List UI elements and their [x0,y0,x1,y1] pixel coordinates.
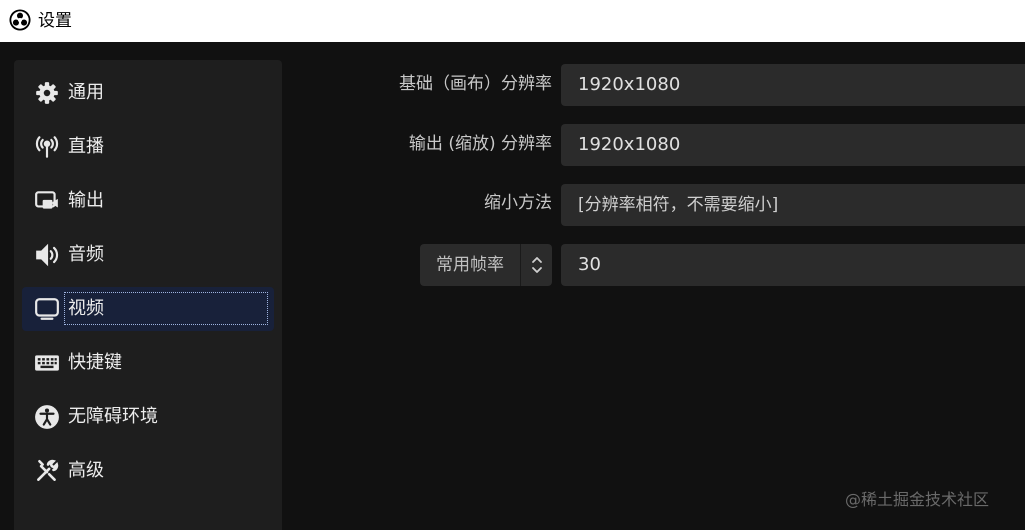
watermark-text: @稀土掘金技术社区 [845,490,990,509]
fps-type-value: 常用帧率 [436,255,504,275]
sidebar-item-label: 视频 [64,292,268,325]
base-resolution-value: 1920x1080 [578,74,681,95]
sidebar-item-output[interactable]: 输出 [22,179,274,223]
downscale-filter-label: 缩小方法 [484,193,552,213]
sidebar-item-label: 输出 [68,190,104,211]
downscale-filter-value: [分辨率相符，不需要缩小] [578,195,779,215]
sidebar-item-general[interactable]: 通用 [22,71,274,115]
title-bar: 设置 [0,0,1025,42]
settings-sidebar: 通用 直播 输出 音频 视频 快捷键 无障碍环境 高级 [14,60,282,530]
base-resolution-combobox[interactable]: 1920x1080 [561,64,1025,106]
keyboard-icon [34,350,60,376]
obs-logo-icon [9,9,31,31]
base-resolution-label: 基础（画布）分辨率 [399,74,552,94]
fps-value-combobox[interactable]: 30 [561,244,1025,286]
gear-icon [34,80,60,106]
fps-type-select[interactable]: 常用帧率 [420,244,552,286]
sidebar-item-label: 高级 [68,460,104,481]
sidebar-item-audio[interactable]: 音频 [22,233,274,277]
speaker-icon [34,242,60,268]
output-camera-icon [34,188,60,214]
up-down-chevron-icon [528,254,546,276]
sidebar-item-video[interactable]: 视频 [22,287,274,331]
output-resolution-combobox[interactable]: 1920x1080 [561,124,1025,166]
sidebar-item-stream[interactable]: 直播 [22,125,274,169]
sidebar-item-label: 直播 [68,136,104,157]
fps-value: 30 [578,254,601,275]
accessibility-icon [34,404,60,430]
output-resolution-label: 输出 (缩放) 分辨率 [408,134,552,154]
sidebar-item-accessibility[interactable]: 无障碍环境 [22,395,274,439]
tools-icon [34,458,60,484]
fps-type-divider [520,244,521,286]
sidebar-item-label: 通用 [68,82,104,103]
output-resolution-value: 1920x1080 [578,134,681,155]
sidebar-item-label: 快捷键 [68,352,122,373]
sidebar-item-label: 音频 [68,244,104,265]
broadcast-antenna-icon [34,134,60,160]
sidebar-item-label: 无障碍环境 [68,406,158,427]
window-title: 设置 [38,11,72,31]
sidebar-item-advanced[interactable]: 高级 [22,449,274,493]
downscale-filter-select[interactable]: [分辨率相符，不需要缩小] [561,184,1025,226]
monitor-icon [34,296,60,322]
sidebar-item-hotkeys[interactable]: 快捷键 [22,341,274,385]
